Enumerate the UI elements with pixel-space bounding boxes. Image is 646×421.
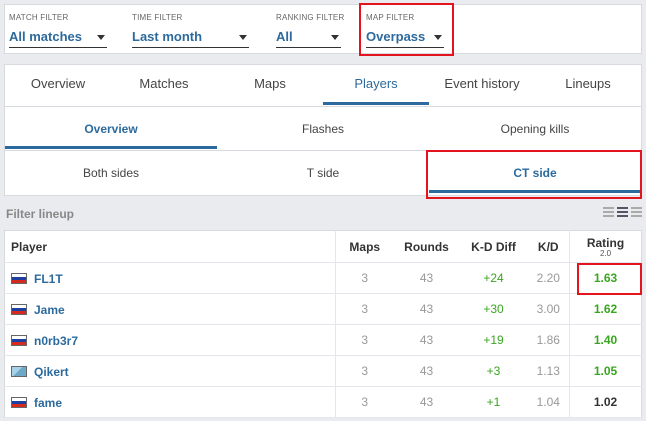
russia-flag-icon	[11, 396, 27, 408]
table-header-row: Player Maps Rounds K-D Diff K/D Rating 2…	[4, 230, 642, 263]
col-maps[interactable]: Maps	[335, 230, 394, 263]
rating-cell: 1.62	[569, 293, 642, 325]
rounds-cell: 43	[393, 324, 460, 356]
maps-cell: 3	[335, 293, 394, 325]
ranking-filter-label: RANKING FILTER	[276, 13, 345, 22]
player-name-link[interactable]: Qikert	[34, 364, 69, 378]
tab-players[interactable]: Players	[323, 65, 429, 105]
filter-bar: MATCH FILTER All matches TIME FILTER Las…	[4, 4, 642, 54]
rounds-cell: 43	[393, 293, 460, 325]
russia-flag-icon	[11, 334, 27, 346]
player-name-link[interactable]: n0rb3r7	[34, 333, 78, 347]
maps-cell: 3	[335, 324, 394, 356]
sub-tabs: Overview Flashes Opening kills	[5, 109, 641, 149]
active-tab-underline	[5, 146, 217, 149]
view-toggle	[603, 207, 642, 217]
col-rating[interactable]: Rating 2.0	[569, 230, 642, 263]
tab-sub-overview[interactable]: Overview	[5, 109, 217, 149]
table-row: Qikert 3 43 +3 1.13 1.05	[4, 355, 642, 387]
chevron-down-icon	[97, 35, 105, 40]
col-kd[interactable]: K/D	[527, 230, 570, 263]
tab-divider	[5, 106, 641, 107]
rounds-cell: 43	[393, 262, 460, 294]
tab-ct-side[interactable]: CT side	[429, 153, 641, 193]
compact-list-view-icon[interactable]	[617, 207, 628, 217]
rating-cell: 1.63	[569, 262, 642, 294]
filter-lineup-label[interactable]: Filter lineup	[6, 207, 74, 221]
ranking-filter-select[interactable]: All	[276, 26, 341, 48]
kd-cell: 1.04	[527, 386, 570, 418]
maps-cell: 3	[335, 355, 394, 387]
tab-maps[interactable]: Maps	[217, 65, 323, 105]
stats-tab-panel: Overview Matches Maps Players Event hist…	[4, 64, 642, 196]
player-cell: Jame	[4, 293, 336, 325]
player-cell: n0rb3r7	[4, 324, 336, 356]
kd-cell: 2.20	[527, 262, 570, 294]
tab-event-history[interactable]: Event history	[429, 65, 535, 105]
player-name-link[interactable]: fame	[34, 395, 62, 409]
player-cell: FL1T	[4, 262, 336, 294]
maps-cell: 3	[335, 386, 394, 418]
dense-list-view-icon[interactable]	[631, 207, 642, 217]
russia-flag-icon	[11, 272, 27, 284]
time-filter-value: Last month	[132, 29, 203, 44]
kd-diff-cell: +1	[459, 386, 528, 418]
kd-diff-cell: +19	[459, 324, 528, 356]
rating-version-label: 2.0	[599, 248, 612, 258]
finland-flag-icon	[11, 365, 27, 377]
rating-cell: 1.05	[569, 355, 642, 387]
list-view-icon[interactable]	[603, 207, 614, 217]
map-filter-label: MAP FILTER	[366, 13, 415, 22]
russia-flag-icon	[11, 303, 27, 315]
time-filter-select[interactable]: Last month	[132, 26, 249, 48]
kd-diff-cell: +30	[459, 293, 528, 325]
rating-cell: 1.02	[569, 386, 642, 418]
player-cell: fame	[4, 386, 336, 418]
tab-divider	[5, 150, 641, 151]
tab-overview[interactable]: Overview	[5, 65, 111, 105]
chevron-down-icon	[239, 35, 247, 40]
player-stats-table: Player Maps Rounds K-D Diff K/D Rating 2…	[4, 230, 642, 418]
tab-opening-kills[interactable]: Opening kills	[429, 109, 641, 149]
ranking-filter-value: All	[276, 29, 293, 44]
kd-diff-cell: +3	[459, 355, 528, 387]
table-row: Jame 3 43 +30 3.00 1.62	[4, 293, 642, 325]
map-filter-select[interactable]: Overpass	[366, 26, 444, 48]
col-kd-diff[interactable]: K-D Diff	[459, 230, 528, 263]
tab-t-side[interactable]: T side	[217, 153, 429, 193]
match-filter-value: All matches	[9, 29, 82, 44]
kd-diff-cell: +24	[459, 262, 528, 294]
tab-lineups[interactable]: Lineups	[535, 65, 641, 105]
side-tabs: Both sides T side CT side	[5, 153, 641, 193]
rating-header-label: Rating	[586, 235, 625, 250]
table-row: fame 3 43 +1 1.04 1.02	[4, 386, 642, 418]
tab-matches[interactable]: Matches	[111, 65, 217, 105]
maps-cell: 3	[335, 262, 394, 294]
col-player[interactable]: Player	[4, 230, 336, 263]
match-filter-label: MATCH FILTER	[9, 13, 69, 22]
main-tabs: Overview Matches Maps Players Event hist…	[5, 65, 641, 105]
rounds-cell: 43	[393, 386, 460, 418]
player-cell: Qikert	[4, 355, 336, 387]
kd-cell: 3.00	[527, 293, 570, 325]
time-filter-label: TIME FILTER	[132, 13, 183, 22]
kd-cell: 1.86	[527, 324, 570, 356]
kd-cell: 1.13	[527, 355, 570, 387]
chevron-down-icon	[434, 35, 442, 40]
col-rounds[interactable]: Rounds	[393, 230, 460, 263]
player-name-link[interactable]: FL1T	[34, 271, 63, 285]
match-filter-select[interactable]: All matches	[9, 26, 107, 48]
chevron-down-icon	[331, 35, 339, 40]
table-row: FL1T 3 43 +24 2.20 1.63	[4, 262, 642, 294]
active-tab-underline	[429, 190, 641, 193]
player-name-link[interactable]: Jame	[34, 302, 65, 316]
table-row: n0rb3r7 3 43 +19 1.86 1.40	[4, 324, 642, 356]
tab-both-sides[interactable]: Both sides	[5, 153, 217, 193]
rating-cell: 1.40	[569, 324, 642, 356]
tab-flashes[interactable]: Flashes	[217, 109, 429, 149]
rounds-cell: 43	[393, 355, 460, 387]
map-filter-value: Overpass	[366, 29, 426, 44]
active-tab-underline	[323, 102, 429, 105]
